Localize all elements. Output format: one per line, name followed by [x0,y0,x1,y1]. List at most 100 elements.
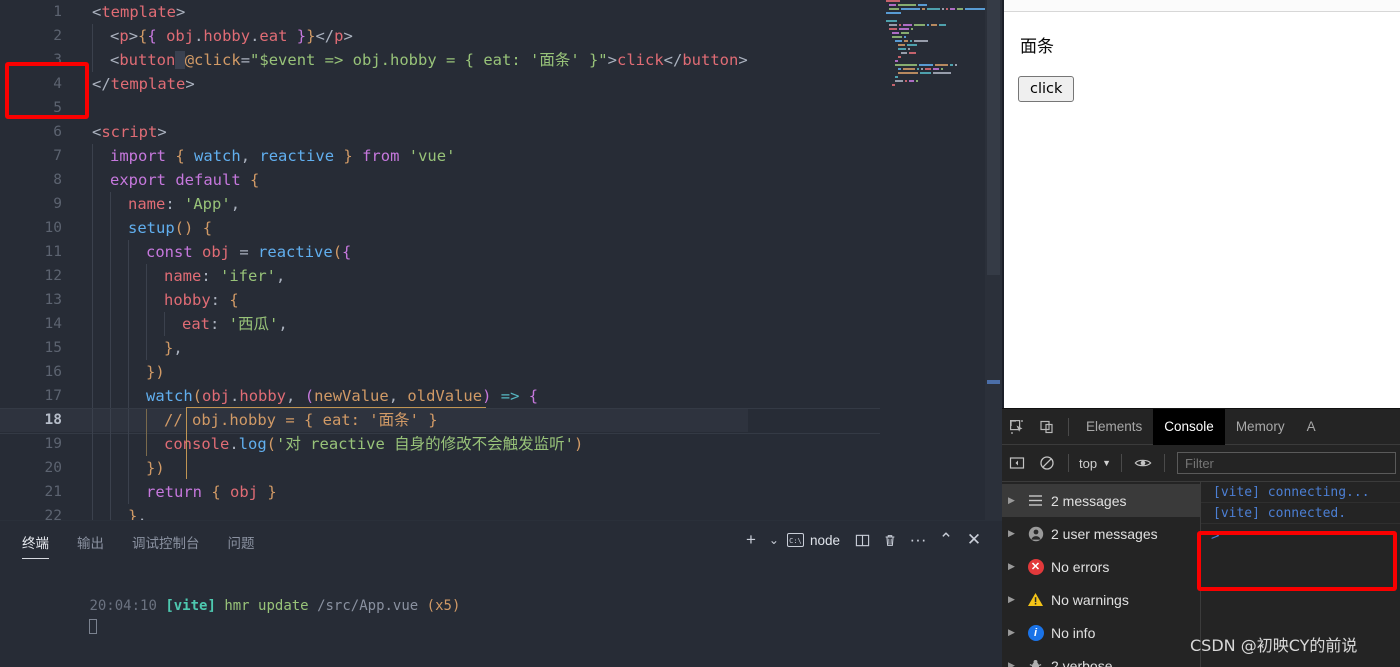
console-context-selector[interactable]: top ▼ [1075,456,1115,471]
code-line[interactable]: 6 <script> [0,120,748,144]
chevron-right-icon[interactable]: ▶ [1008,627,1020,638]
minimap-token [898,56,901,58]
new-terminal-dropdown-icon[interactable]: ⌄ [765,526,783,554]
chevron-right-icon[interactable]: ▶ [1008,660,1020,667]
indent-guide [110,408,111,432]
live-expression-button[interactable] [1128,448,1158,478]
chevron-down-icon: ▼ [1102,458,1111,468]
chevron-right-icon[interactable]: ▶ [1008,528,1020,539]
editor-minimap[interactable] [880,0,985,520]
console-sidebar-item[interactable]: ▶ i No info [1002,616,1200,649]
panel-actions: + ⌄ C:\ node ··· ⌃ ✕ [737,525,988,555]
devtools-tab-a[interactable]: A [1296,409,1327,445]
minimap-token [904,40,909,42]
clear-console-button[interactable] [1032,448,1062,478]
editor-scrollbar[interactable] [985,0,1002,520]
devtools-tab-console[interactable]: Console [1153,408,1225,445]
code-line[interactable]: 9 name: 'App', [0,192,748,216]
panel-tab-调试控制台[interactable]: 调试控制台 [132,532,200,559]
code-line[interactable]: 15}, [0,336,748,360]
page-click-button[interactable]: click [1018,76,1075,102]
bracket-scope-line [186,407,486,408]
indent-guide [92,504,93,520]
panel-close-button[interactable]: ✕ [960,526,988,554]
devtools-tab-list[interactable]: Elements Console Memory A [1075,408,1327,445]
panel-tab-终端[interactable]: 终端 [22,532,49,559]
console-sidebar-item[interactable]: ▶ ✕ No errors [1002,550,1200,583]
code-line[interactable]: 14 eat: '西瓜', [0,312,748,336]
terminal-output[interactable]: 20:04:10 [vite] hmr update /src/App.vue … [22,573,1002,634]
minimap-token [940,68,943,70]
code-line[interactable]: 20}) [0,456,748,480]
code-lines[interactable]: 1 <template> 2 <p>{{ obj.hobby.eat }}</p> 3 <… [0,0,890,520]
panel-tab-list[interactable]: 终端 输出 调试控制台 问题 [22,521,255,559]
console-sidebar[interactable]: ▶ 2 messages ▶ 2 user messages ▶ ✕ No errors ▶ N… [1002,482,1201,667]
panel-tab-问题[interactable]: 问题 [228,532,255,559]
minimap-token [914,40,929,42]
devtools-tab-elements[interactable]: Elements [1075,409,1153,445]
code-line[interactable]: 12 name: 'ifer', [0,264,748,288]
indent-guide [110,432,111,456]
code-line[interactable]: 1 <template> [0,0,748,24]
line-number: 13 [44,292,62,308]
code-line[interactable]: 11 const obj = reactive({ [0,240,748,264]
code-line[interactable]: 21 return { obj } [0,480,748,504]
minimap-token [909,80,914,82]
code-line[interactable]: 2 <p>{{ obj.hobby.eat }}</p> [0,24,748,48]
code-line-text: setup() { [128,219,213,237]
code-line[interactable]: 19 console.log('对 reactive 自身的修改不会触发监听') [0,432,748,456]
console-sidebar-item[interactable]: ▶ 2 messages [1002,484,1200,517]
indent-guide [110,312,111,336]
device-toolbar-button[interactable] [1032,412,1062,442]
console-sidebar-item[interactable]: ▶ No warnings [1002,583,1200,616]
console-sidebar-toggle[interactable] [1002,448,1032,478]
chevron-right-icon[interactable]: ▶ [1008,561,1020,572]
indent-guide [110,456,111,480]
code-line[interactable]: 3 <button @click="$event => obj.hobby = {… [0,48,748,72]
minimap-line [880,72,985,75]
code-line-text: hobby: { [164,291,239,309]
code-editor[interactable]: 1 <template> 2 <p>{{ obj.hobby.eat }}</p> 3 <… [0,0,1002,520]
console-message: [vite] connected. [1201,503,1400,524]
panel-more-button[interactable]: ··· [904,526,932,554]
minimap-line [880,20,985,23]
code-line[interactable]: 18 // obj.hobby = { eat: '面条' } [0,408,890,434]
minimap-token [892,32,899,34]
inspect-element-button[interactable] [1002,412,1032,442]
code-line-text: // obj.hobby = { eat: '面条' } [164,411,438,429]
minimap-token [921,68,924,70]
code-line[interactable]: 16}) [0,360,748,384]
devtools-tab-memory[interactable]: Memory [1225,409,1296,445]
code-line-text: eat: '西瓜', [182,315,288,333]
chevron-right-icon[interactable]: ▶ [1008,495,1020,506]
devtools-tabbar: Elements Console Memory A [1002,408,1400,445]
editor-scrollbar-thumb[interactable] [987,0,1000,275]
page-hobby-text: 面条 [1020,37,1054,57]
minimap-token [901,52,907,54]
toolbar-divider-4 [1164,454,1165,472]
code-line[interactable]: 22}, [0,504,748,520]
console-sidebar-item[interactable]: ▶ 2 user messages [1002,517,1200,550]
active-terminal-label[interactable]: C:\ node [786,533,840,548]
console-log-area[interactable]: [vite] connecting... [vite] connected. > [1201,482,1400,667]
panel-tab-输出[interactable]: 输出 [77,532,104,559]
console-body: ▶ 2 messages ▶ 2 user messages ▶ ✕ No errors ▶ N… [1002,482,1400,667]
code-line[interactable]: 4 </template> [0,72,748,96]
code-line[interactable]: 13 hobby: { [0,288,748,312]
new-terminal-button[interactable]: + [737,526,765,554]
console-input-prompt[interactable]: > [1211,528,1219,544]
code-line[interactable]: 8 export default { [0,168,748,192]
chevron-right-icon[interactable]: ▶ [1008,594,1020,605]
indent-guide [128,384,129,408]
console-filter-input[interactable] [1177,452,1396,474]
panel-maximize-button[interactable]: ⌃ [932,526,960,554]
split-terminal-button[interactable] [848,526,876,554]
code-line[interactable]: 5 [0,96,748,120]
code-line[interactable]: 17 watch(obj.hobby, (newValue, oldValue) … [0,384,748,408]
code-line[interactable]: 7 import { watch, reactive } from 'vue' [0,144,748,168]
console-sidebar-item[interactable]: ▶ 2 verbose [1002,649,1200,667]
code-line[interactable]: 10 setup() { [0,216,748,240]
minimap-token [938,24,946,26]
minimap-line [880,56,985,59]
kill-terminal-button[interactable] [876,526,904,554]
